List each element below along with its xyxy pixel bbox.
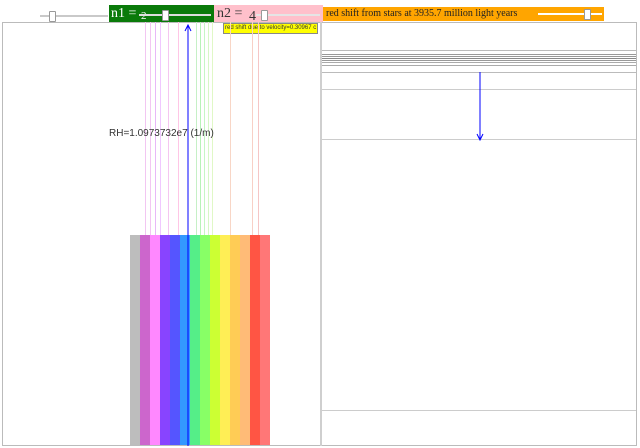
n1-value: 2 [141, 10, 147, 22]
transition-arrow-icon [184, 23, 192, 446]
redshift-label: red shift from stars at 3935.7 million l… [326, 8, 518, 19]
velocity-label: red shift due to velocity=0.30967 c [223, 23, 319, 34]
energy-level-line [322, 60, 636, 61]
spectrum-band [260, 235, 270, 445]
spectrum-band [140, 235, 150, 445]
spectrum-band [150, 235, 160, 445]
energy-level-line [322, 65, 636, 66]
n2-label: n2 = [217, 6, 243, 21]
n1-label: n1 = [111, 6, 137, 21]
spectrum-band [210, 235, 220, 445]
rydberg-constant-label: RH=1.0973732e7 (1/m) [109, 128, 214, 139]
emission-line [230, 22, 231, 235]
spectrum-band [220, 235, 230, 445]
spectrum-band [160, 235, 170, 445]
emission-line [252, 22, 253, 235]
n1-slider-track[interactable] [139, 14, 211, 16]
panel-divider [320, 22, 322, 446]
n2-slider-thumb[interactable] [261, 10, 268, 21]
energy-level-line [322, 56, 636, 57]
energy-level-line [322, 50, 636, 51]
energy-level-line [322, 54, 636, 55]
spectrum-band [240, 235, 250, 445]
spectrum-band [200, 235, 210, 445]
energy-level-line [322, 58, 636, 59]
energy-transition-arrow-icon [476, 72, 484, 142]
n2-control: n2 = 4 [214, 5, 323, 24]
spectrum-band [170, 235, 180, 445]
redshift-slider-thumb[interactable] [584, 9, 591, 20]
left-slider-thumb[interactable] [49, 11, 56, 22]
n1-slider-thumb[interactable] [162, 10, 169, 21]
emission-line [258, 22, 259, 235]
spectrum-band [250, 235, 260, 445]
energy-level-line [322, 62, 636, 63]
spectrum-band [130, 235, 140, 445]
redshift-control [536, 7, 604, 21]
energy-level-line [322, 410, 636, 411]
redshift-slider-track[interactable] [538, 13, 602, 15]
spectrum-band [230, 235, 240, 445]
n1-control: n1 = 2 [109, 5, 214, 22]
